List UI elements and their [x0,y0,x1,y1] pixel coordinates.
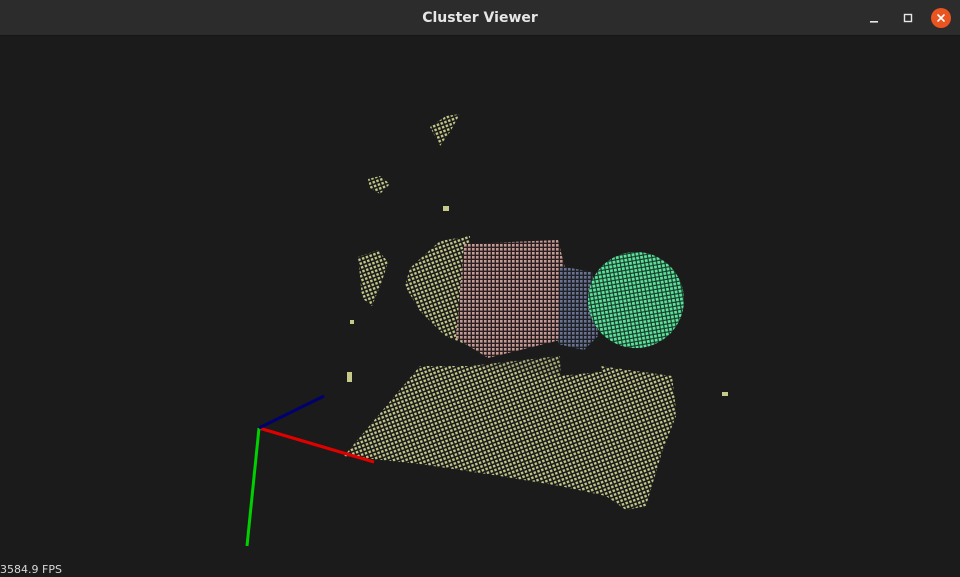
minimize-icon [870,21,878,23]
close-icon [937,14,945,22]
cluster-box [456,240,566,358]
maximize-icon [903,13,913,23]
fps-counter: 3584.9 FPS [0,563,62,576]
title-bar[interactable]: Cluster Viewer [0,0,960,36]
minimize-button[interactable] [864,8,884,28]
close-button[interactable] [931,8,951,28]
y-axis [245,427,261,547]
maximize-button[interactable] [898,8,918,28]
window-title: Cluster Viewer [422,10,538,26]
z-axis [258,394,325,430]
point-cloud-canvas[interactable] [0,36,960,577]
point-cloud-viewport[interactable]: 3584.9 FPS [0,36,960,577]
coordinate-axes [245,394,375,547]
cluster-sphere [588,252,684,348]
